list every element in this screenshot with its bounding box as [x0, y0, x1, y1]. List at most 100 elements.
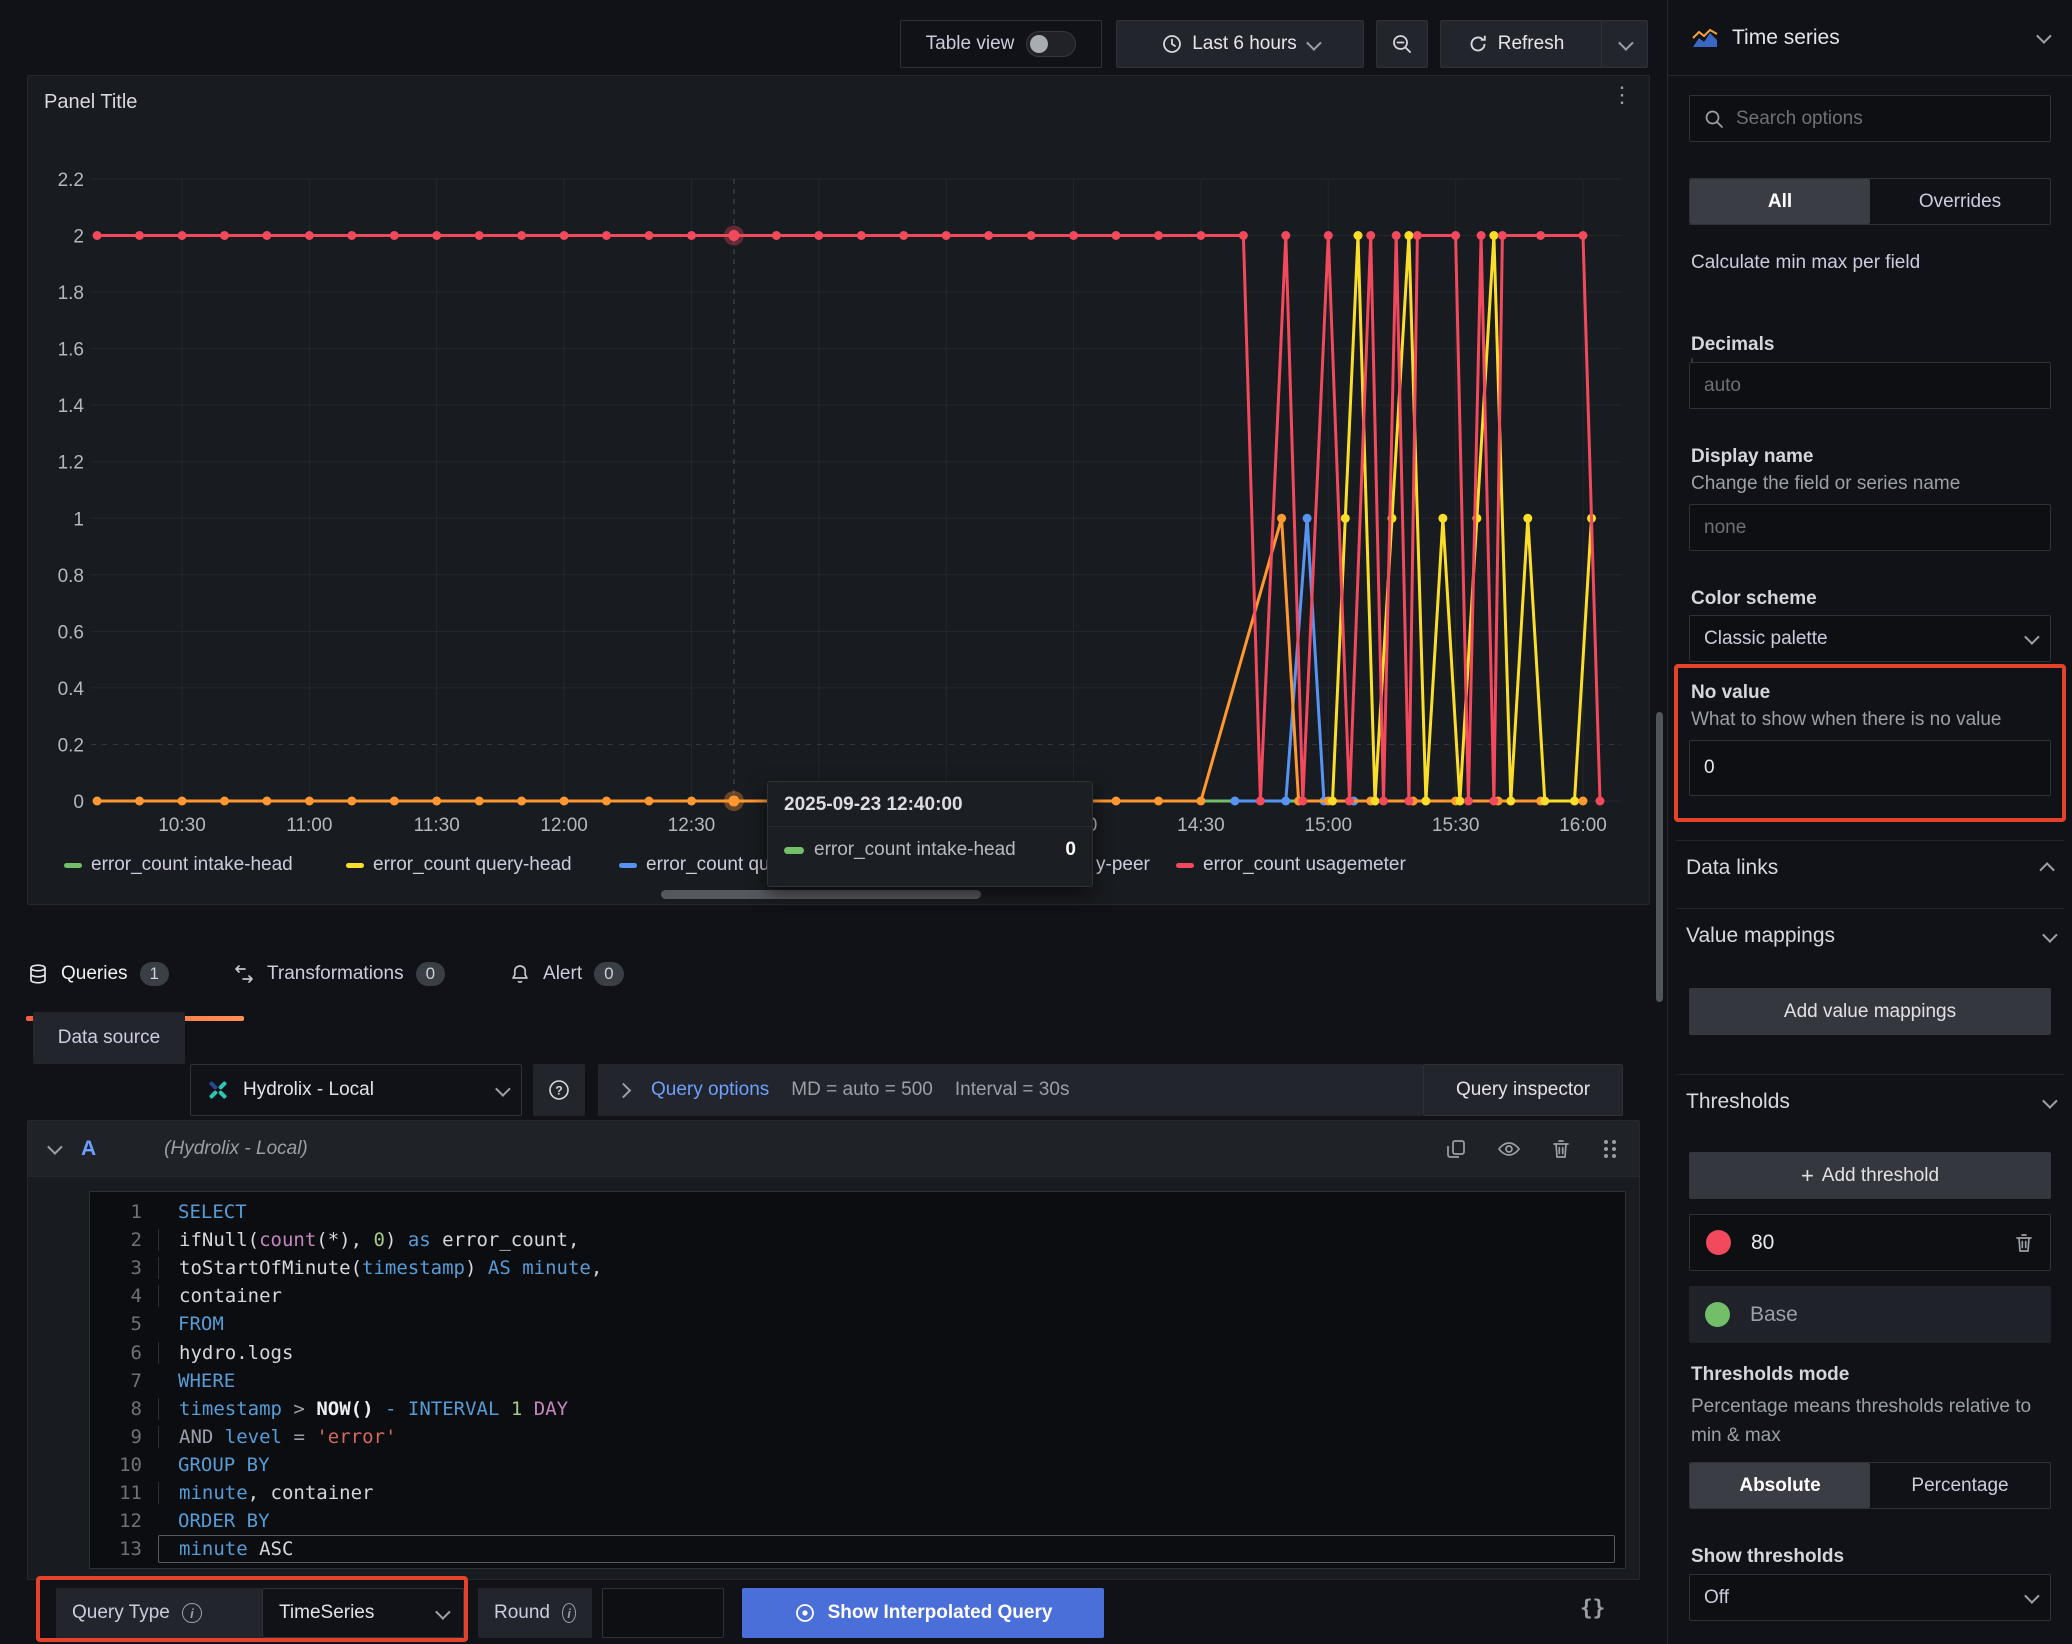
tab-transformations[interactable]: Transformations 0 [233, 962, 445, 986]
code-line[interactable]: 1SELECT [90, 1198, 1625, 1226]
sql-editor[interactable]: 1SELECT2ifNull(count(*), 0) as error_cou… [89, 1191, 1626, 1569]
zoom-out-button[interactable] [1376, 20, 1428, 68]
code-line[interactable]: 2ifNull(count(*), 0) as error_count, [90, 1226, 1625, 1254]
horizontal-scrollbar[interactable] [661, 890, 981, 899]
query-type-select[interactable]: TimeSeries [262, 1588, 464, 1638]
legend-label: error_count usagemeter [1203, 854, 1406, 876]
svg-text:1: 1 [73, 509, 84, 530]
query-ref-id[interactable]: A [81, 1137, 96, 1161]
threshold-row-80[interactable]: 80 [1689, 1214, 2051, 1271]
interpolate-icon [794, 1602, 816, 1624]
legend-item[interactable]: error_count qu [619, 854, 770, 876]
line-number: 1 [90, 1201, 142, 1223]
query-inspector-button[interactable]: Query inspector [1423, 1064, 1623, 1116]
datasource-help-button[interactable]: ? [533, 1064, 585, 1116]
svg-text:15:00: 15:00 [1305, 815, 1353, 836]
tab-queries[interactable]: Queries 1 [27, 962, 169, 986]
code-line[interactable]: 11minute, container [90, 1479, 1625, 1507]
trash-icon[interactable] [2014, 1232, 2034, 1254]
threshold-color-dot[interactable] [1706, 1230, 1731, 1255]
threshold-value[interactable]: 80 [1751, 1231, 1774, 1255]
show-thresholds-select[interactable]: Off [1689, 1574, 2051, 1621]
timeseries-chart[interactable]: 00.20.40.60.811.21.41.61.822.210:3011:00… [28, 76, 1651, 846]
show-interpolated-query-button[interactable]: Show Interpolated Query [742, 1588, 1104, 1638]
svg-text:0.4: 0.4 [58, 679, 85, 700]
info-icon[interactable]: i [562, 1603, 576, 1623]
braces-icon[interactable]: {} [1580, 1596, 1605, 1620]
table-view-toggle[interactable] [1026, 31, 1076, 57]
code-line[interactable]: 6hydro.logs [90, 1338, 1625, 1366]
vertical-scrollbar[interactable] [1656, 712, 1663, 1002]
chevron-down-icon [2024, 629, 2040, 645]
duplicate-icon[interactable] [1445, 1138, 1467, 1160]
code-text: timestamp > NOW() - INTERVAL 1 DAY [158, 1398, 568, 1420]
max-datapoints-text: MD = auto = 500 [791, 1079, 933, 1101]
code-line[interactable]: 12ORDER BY [90, 1507, 1625, 1535]
no-value-label: No value [1691, 682, 1770, 704]
threshold-row-base[interactable]: Base [1689, 1286, 2051, 1343]
add-value-mappings-button[interactable]: Add value mappings [1689, 988, 2051, 1035]
code-line[interactable]: 10GROUP BY [90, 1451, 1625, 1479]
show-thresholds-value: Off [1704, 1587, 1729, 1609]
legend-item[interactable]: error_count intake-head [64, 854, 293, 876]
legend-item[interactable]: y-peer [1096, 854, 1150, 876]
line-number: 10 [90, 1454, 142, 1476]
tab-overrides[interactable]: Overrides [1870, 179, 2050, 224]
drag-handle-icon[interactable] [1601, 1137, 1619, 1161]
threshold-color-dot[interactable] [1705, 1302, 1730, 1327]
divider [1676, 908, 2064, 909]
line-number: 2 [90, 1229, 142, 1251]
data-links-label: Data links [1686, 856, 1778, 880]
datasource-picker[interactable]: Hydrolix - Local [190, 1064, 522, 1116]
code-line[interactable]: 5FROM [90, 1310, 1625, 1338]
eye-icon[interactable] [1497, 1138, 1521, 1160]
code-line[interactable]: 9AND level = 'error' [90, 1423, 1625, 1451]
visualization-picker[interactable]: Time series [1668, 0, 2072, 76]
code-line[interactable]: 8timestamp > NOW() - INTERVAL 1 DAY [90, 1395, 1625, 1423]
show-interpolated-query-label: Show Interpolated Query [828, 1602, 1053, 1624]
decimals-label: Decimals [1691, 334, 1774, 356]
display-name-input[interactable]: none [1689, 504, 2051, 551]
code-line[interactable]: 7WHERE [90, 1367, 1625, 1395]
legend-swatch [1176, 863, 1194, 868]
code-line[interactable]: 4container [90, 1282, 1625, 1310]
thresholds-section[interactable]: Thresholds [1686, 1090, 2054, 1114]
tab-all[interactable]: All [1690, 179, 1870, 224]
code-line[interactable]: 13minute ASC [90, 1535, 1625, 1563]
code-text: toStartOfMinute(timestamp) AS minute, [158, 1257, 602, 1279]
divider [1676, 840, 2064, 841]
add-threshold-button[interactable]: + Add threshold [1689, 1152, 2051, 1199]
time-range-button[interactable]: Last 6 hours [1116, 20, 1364, 68]
value-mappings-section[interactable]: Value mappings [1686, 924, 2054, 948]
legend-item[interactable]: error_count usagemeter [1176, 854, 1406, 876]
svg-text:10:30: 10:30 [158, 815, 206, 836]
query-options-link[interactable]: Query options [651, 1079, 769, 1101]
tab-alert[interactable]: Alert 0 [509, 962, 624, 986]
thresholds-label: Thresholds [1686, 1090, 1790, 1114]
data-links-section[interactable]: Data links [1686, 856, 2054, 880]
code-line[interactable]: 3toStartOfMinute(timestamp) AS minute, [90, 1254, 1625, 1282]
code-text: minute, container [158, 1482, 373, 1504]
time-range-label: Last 6 hours [1192, 33, 1297, 55]
legend-item[interactable]: error_count query-head [346, 854, 572, 876]
refresh-dropdown[interactable] [1601, 21, 1647, 67]
round-input[interactable] [602, 1588, 724, 1638]
color-scheme-label: Color scheme [1691, 588, 1817, 610]
query-datasource-name: (Hydrolix - Local) [164, 1138, 308, 1160]
info-icon[interactable]: i [182, 1603, 202, 1623]
mode-absolute[interactable]: Absolute [1690, 1463, 1870, 1508]
mode-percentage[interactable]: Percentage [1870, 1463, 2050, 1508]
code-text: container [158, 1285, 282, 1307]
search-options-input[interactable]: Search options [1689, 95, 2051, 142]
code-text: ORDER BY [142, 1510, 270, 1532]
color-scheme-select[interactable]: Classic palette [1689, 615, 2051, 662]
calc-minmax-label: Calculate min max per field [1691, 252, 1920, 274]
refresh-button[interactable]: Refresh [1440, 20, 1648, 68]
no-value-input[interactable]: 0 [1689, 740, 2051, 796]
decimals-input[interactable]: auto [1689, 362, 2051, 409]
collapse-chevron-icon[interactable] [47, 1139, 63, 1155]
svg-text:12:30: 12:30 [668, 815, 716, 836]
query-editor-card: A (Hydrolix - Local) 1SELECT2ifNull(coun… [27, 1120, 1640, 1580]
trash-icon[interactable] [1551, 1138, 1571, 1160]
query-options-bar[interactable]: Query options MD = auto = 500 Interval =… [598, 1064, 1423, 1116]
